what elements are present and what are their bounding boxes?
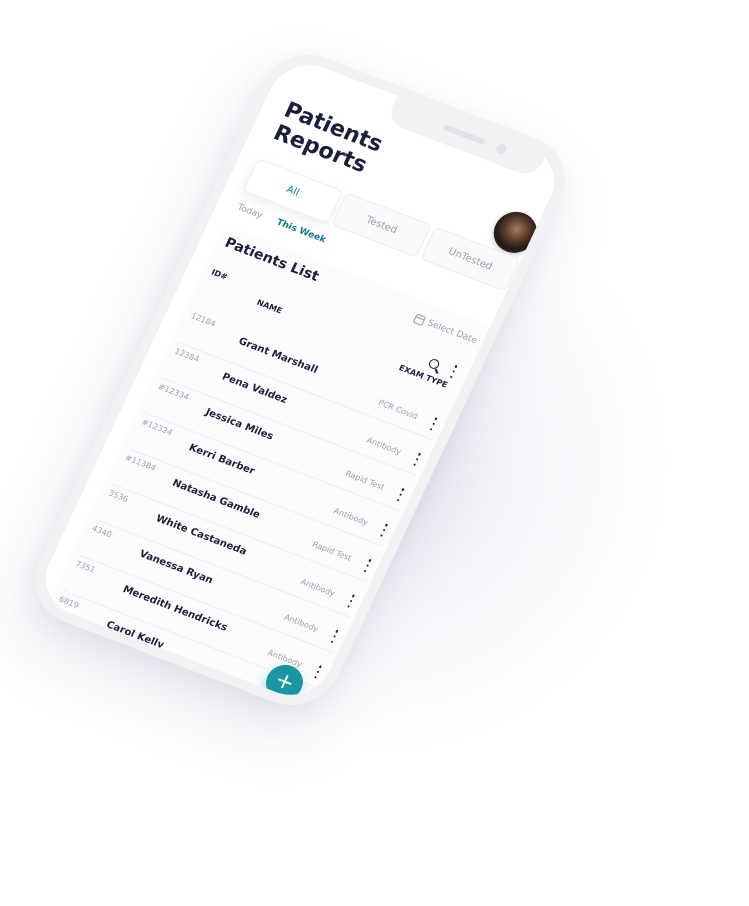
plus-icon: + (270, 667, 299, 697)
row-more-icon[interactable] (363, 558, 373, 573)
select-date-label: Select Date (425, 318, 479, 347)
row-exam-type: Antibody (365, 435, 403, 457)
row-id: 6819 (57, 594, 81, 611)
row-more-icon[interactable] (379, 523, 389, 537)
row-more-icon[interactable] (313, 665, 323, 679)
more-options-icon[interactable] (449, 364, 459, 379)
row-exam-type: Rapid Test (343, 469, 386, 492)
row-id: 3536 (106, 488, 130, 504)
row-more-icon[interactable] (412, 452, 422, 467)
stage: Patients Reports All Tested UnTested Tod… (0, 0, 749, 906)
subtab-today[interactable]: Today (232, 203, 264, 229)
calendar-icon (412, 313, 427, 327)
column-exam-type: EXAM TYPE (397, 363, 449, 390)
row-exam-type: PCR Covid (376, 398, 419, 421)
column-id: ID# (209, 267, 229, 282)
row-exam-type: Rapid Test (310, 539, 353, 563)
row-exam-type: Antibody (299, 577, 337, 599)
row-id: 7351 (73, 559, 97, 575)
row-more-icon[interactable] (346, 594, 356, 608)
row-id: 12384 (173, 346, 201, 364)
column-name: NAME (255, 297, 284, 316)
speaker-grille (442, 123, 486, 146)
front-camera (494, 142, 509, 156)
row-exam-type: Antibody (282, 612, 320, 634)
row-id: 4340 (90, 523, 114, 540)
search-icon[interactable] (427, 357, 441, 371)
row-exam-type: Antibody (332, 506, 370, 528)
row-id: 12184 (189, 311, 218, 329)
row-more-icon[interactable] (396, 487, 406, 502)
select-date-button[interactable]: Select Date (412, 313, 479, 347)
row-more-icon[interactable] (330, 629, 340, 644)
row-more-icon[interactable] (429, 417, 439, 431)
